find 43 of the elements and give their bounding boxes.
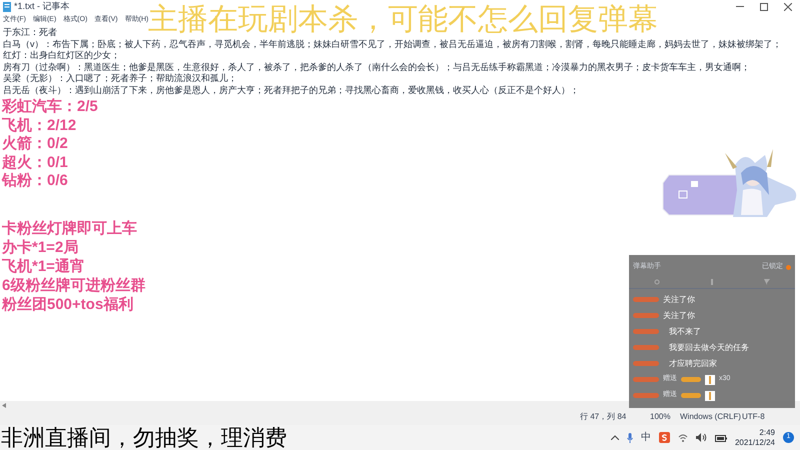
fan-note-text: 办卡*1=2局 (2, 238, 78, 257)
fan-note-text: 飞机*1=通宵 (2, 257, 85, 276)
text-line: 吴梁（无影）：入口嗯了；死者养子；帮助流浪汉和孤儿； (3, 73, 237, 84)
chat-message: 我要回去做今天的任务 (669, 342, 749, 354)
gift-icon (705, 374, 715, 384)
clock-date[interactable]: 2021/12/24 (734, 438, 775, 448)
gift-goal-text: 飞机：2/12 (2, 116, 76, 135)
stream-banner-text: 主播在玩剧本杀，可能不怎么回复弹幕 (148, 2, 658, 38)
window-title: *1.txt - 记事本 (14, 0, 70, 14)
network-icon[interactable] (678, 434, 688, 442)
chevron-up-icon[interactable] (610, 435, 619, 440)
chat-message: 关注了你 (663, 294, 695, 306)
fan-note-text: 卡粉丝灯牌即可上车 (2, 219, 137, 238)
gift-icon (705, 390, 715, 400)
chat-message: 关注了你 (663, 310, 695, 322)
fan-note-text: 6级粉丝牌可进粉丝群 (2, 276, 146, 295)
caption-text: 非洲直播间，勿抽奖，理消费 (1, 425, 287, 450)
app-s-icon[interactable] (658, 432, 670, 443)
chat-message: 才应聘完回家 (669, 358, 717, 370)
gift-goal-text: 超火：0/1 (2, 154, 68, 172)
gift-goal-text: 火箭：0/2 (2, 135, 68, 154)
status-text: 100% (650, 411, 672, 423)
input-method-indicator[interactable]: 中 (640, 430, 651, 445)
text-line: 房有刀（过杂啊）：黑道医生；他爹是黑医，生意很好，杀人了，被杀了，把杀爹的人杀了（南什么会的会长）；与吕无岳练手称霸黑道；冷漠暴力的黑衣男子；皮卡货车车主，男女通啊； (3, 62, 750, 73)
microphone-icon[interactable] (626, 432, 633, 442)
close-icon (784, 3, 792, 11)
fan-note-text: 粉丝团500+tos福利 (2, 295, 134, 314)
chat-message: 我不来了 (669, 326, 701, 338)
clock-time[interactable]: 2:49 (759, 428, 775, 438)
text-line: 白马（v）：布告下属；卧底；被人下药，忍气吞声，寻觅机会，半年前逃脱；妹妹白研雪不见了，开始调查，被吕无岳逼迫，被房有刀割喉，割肾，每晚只能睡走廊，妈妈去世了，妹妹被绑架了； (3, 38, 782, 50)
scroll-left-icon[interactable] (2, 402, 6, 408)
minimize-icon (736, 6, 744, 8)
volume-icon[interactable] (696, 433, 707, 442)
status-text: Windows (CRLF) (680, 411, 742, 423)
text-line: 于东江：死者 (3, 27, 57, 38)
gift-goal-text: 彩虹汽车：2/5 (2, 98, 98, 116)
gift-goal-text: 钻粉：0/6 (2, 172, 68, 190)
status-text: 行 47，列 84 (580, 411, 628, 423)
status-text: UTF-8 (742, 411, 766, 423)
text-line: 红灯：出身白红灯区的少女； (3, 50, 120, 62)
maximize-icon (760, 3, 768, 11)
battery-icon[interactable] (714, 434, 727, 442)
text-line: 吕无岳（夜斗）：遇到山崩活了下来，房他爹是恩人，房产大亨；死者拜把子的兄弟；寻找黑心畜商，爱收黑钱，收买人心（反正不是个好人）； (3, 84, 579, 96)
